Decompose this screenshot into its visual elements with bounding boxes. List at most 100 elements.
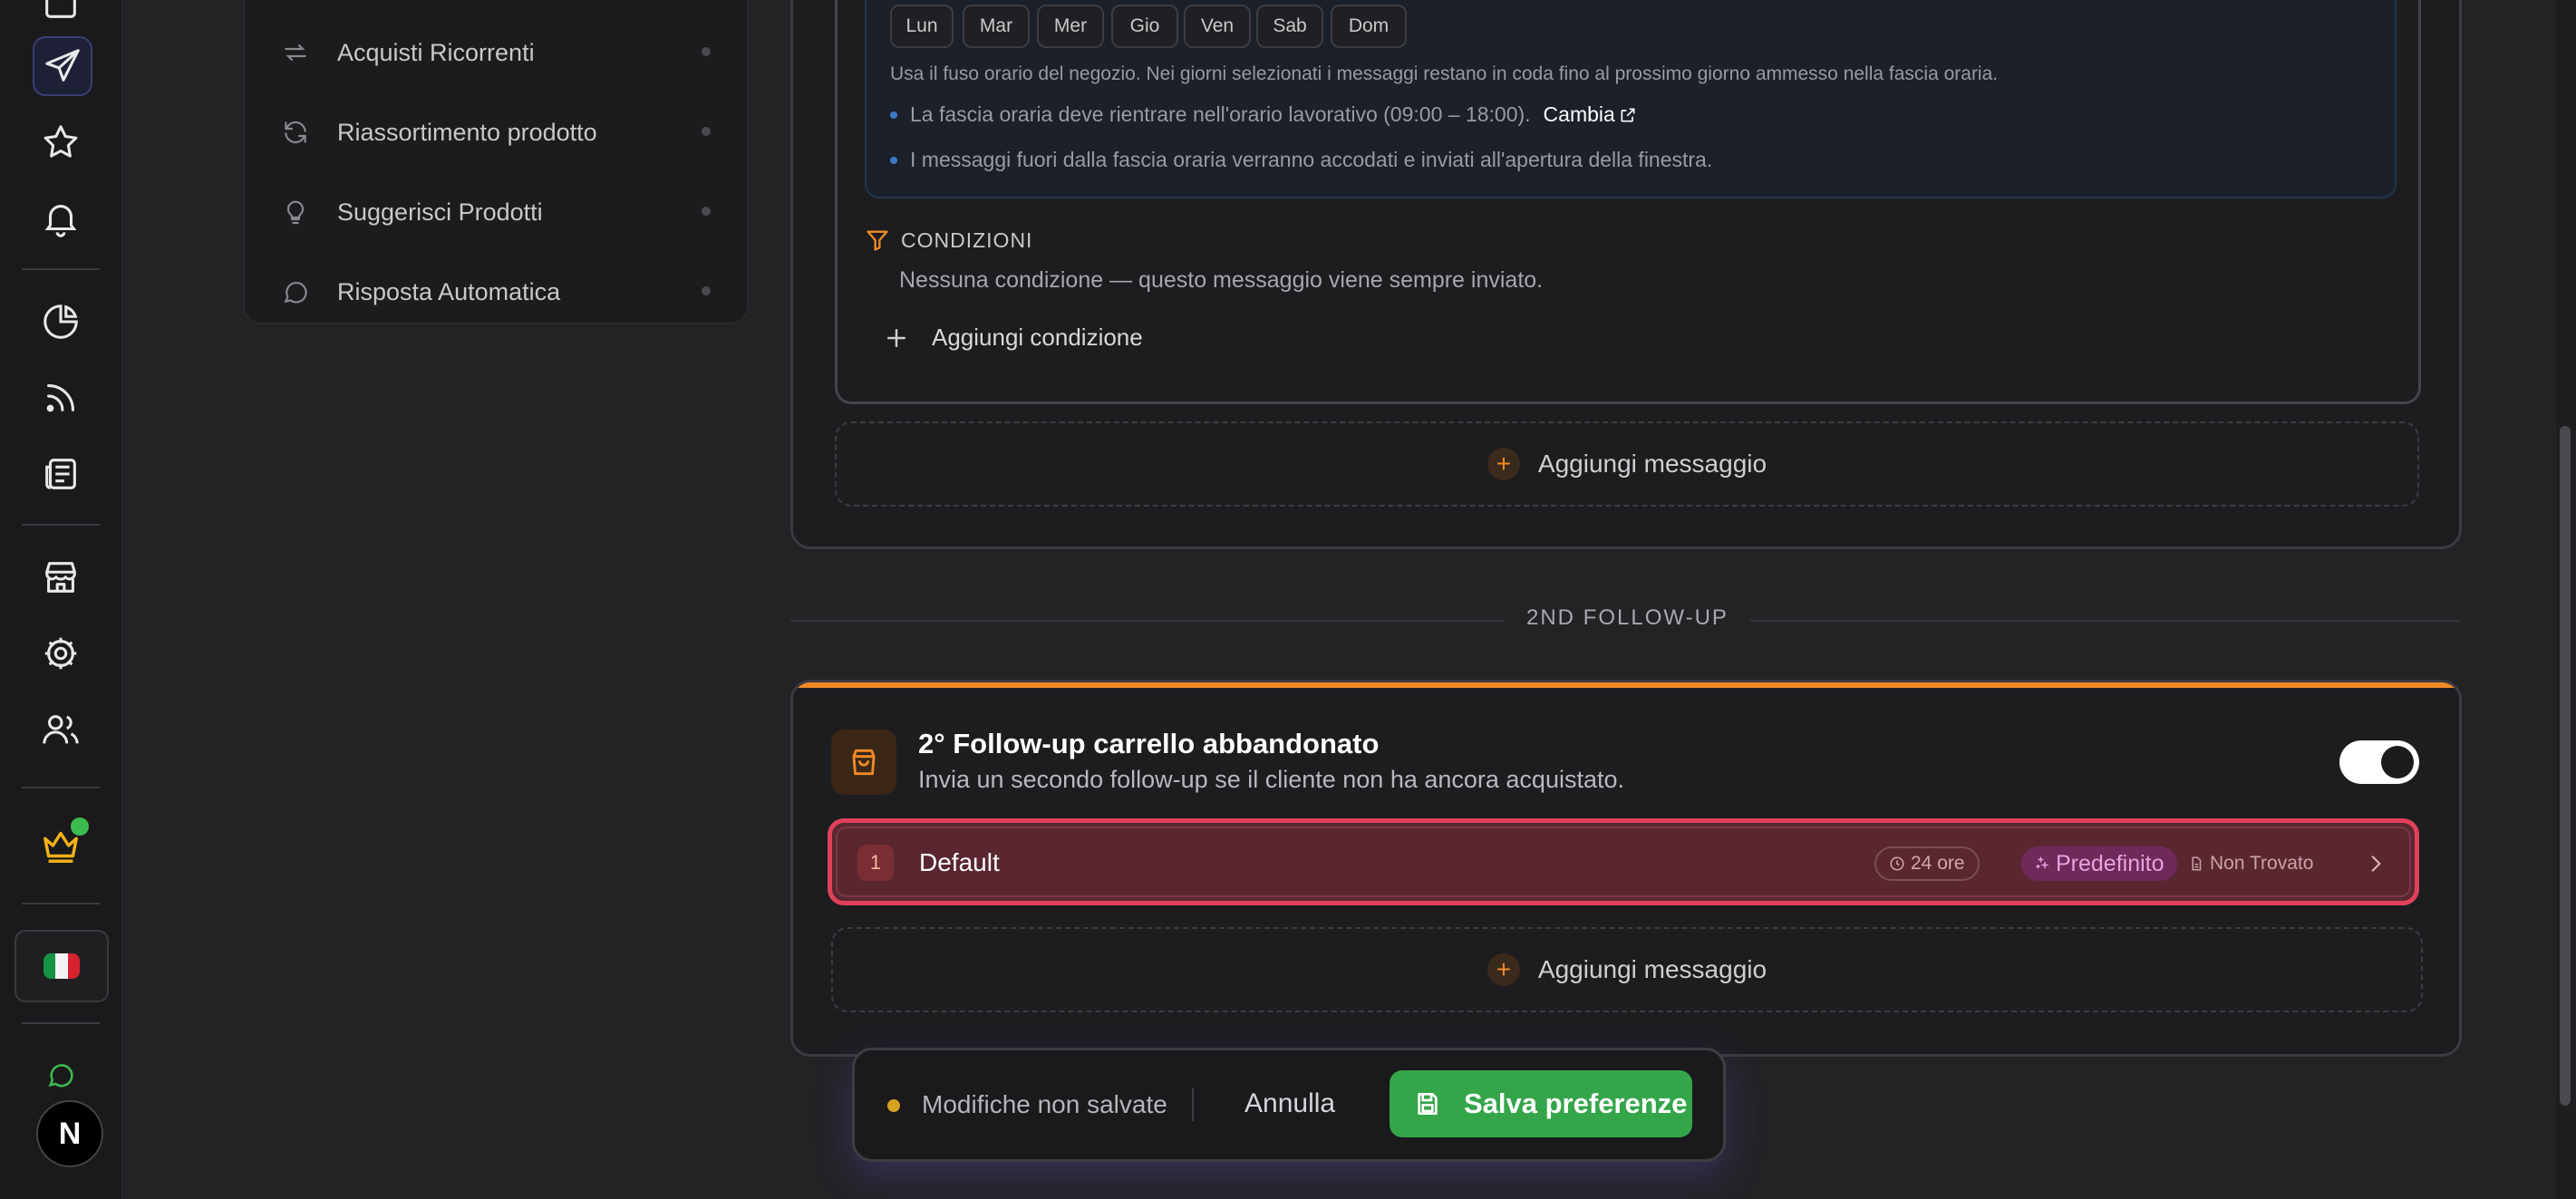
followup-enabled-toggle[interactable] bbox=[2339, 740, 2419, 784]
schedule-hint-1-text: La fascia oraria deve rientrare nell'ora… bbox=[910, 102, 1531, 126]
nextjs-logo-icon[interactable]: N bbox=[36, 1100, 103, 1167]
subnav-item-label: Acquisti Ricorrenti bbox=[337, 38, 535, 66]
message-editor: Lun Mar Mer Gio Ven Sab Dom Usa il fuso … bbox=[835, 0, 2421, 404]
rail-divider bbox=[22, 268, 100, 270]
plus-icon: + bbox=[1487, 448, 1520, 480]
automation-subnav: Acquisti Ricorrenti Riassortimento prodo… bbox=[243, 0, 749, 324]
filter-icon bbox=[867, 230, 888, 251]
unsaved-indicator-dot bbox=[887, 1099, 900, 1112]
status-dot bbox=[702, 127, 711, 136]
toggle-knob bbox=[2381, 746, 2414, 778]
message-name: Default bbox=[919, 848, 1000, 876]
section-divider-label: 2ND FOLLOW-UP bbox=[1505, 605, 1750, 631]
schedule-hint-1: La fascia oraria deve rientrare nell'ora… bbox=[890, 102, 1637, 127]
message-index-badge: 1 bbox=[857, 845, 894, 881]
subnav-item-restock[interactable]: Riassortimento prodotto bbox=[281, 105, 711, 160]
schedule-panel: Lun Mar Mer Gio Ven Sab Dom Usa il fuso … bbox=[865, 0, 2397, 198]
status-dot bbox=[702, 286, 711, 295]
plus-icon: + bbox=[1487, 953, 1520, 986]
day-chip-mon[interactable]: Lun bbox=[890, 5, 954, 48]
savebar-divider bbox=[1192, 1088, 1194, 1121]
bullet-dot bbox=[890, 111, 897, 119]
users-icon[interactable] bbox=[33, 701, 89, 758]
sparkles-icon bbox=[2036, 856, 2048, 869]
day-chip-thu[interactable]: Gio bbox=[1111, 5, 1178, 48]
plus-icon bbox=[887, 328, 905, 347]
language-selector[interactable] bbox=[15, 930, 109, 1002]
day-chip-sun[interactable]: Dom bbox=[1331, 5, 1407, 48]
change-hours-label: Cambia bbox=[1543, 102, 1615, 126]
save-icon bbox=[1418, 1093, 1438, 1115]
card-accent-bar bbox=[793, 682, 2459, 688]
template-badge: Predefinito bbox=[2021, 846, 2177, 881]
day-chip-sat[interactable]: Sab bbox=[1256, 5, 1323, 48]
status-dot bbox=[702, 47, 711, 56]
save-preferences-button[interactable]: Salva preferenze bbox=[1390, 1070, 1692, 1137]
add-condition-button[interactable]: Aggiungi condizione bbox=[883, 324, 1143, 352]
rail-divider bbox=[22, 903, 100, 904]
subnav-item-recurring-purchases[interactable]: Acquisti Ricorrenti bbox=[281, 25, 711, 80]
refresh-icon bbox=[285, 121, 306, 144]
conditions-header: CONDIZIONI bbox=[865, 227, 1032, 253]
subnav-item-label: Riassortimento prodotto bbox=[337, 118, 597, 146]
schedule-hint-2: I messaggi fuori dalla fascia oraria ver… bbox=[890, 148, 1712, 172]
bell-icon[interactable] bbox=[33, 190, 89, 247]
add-message-label: Aggiungi messaggio bbox=[1537, 955, 1767, 983]
status-dot bbox=[702, 207, 711, 216]
rss-icon[interactable] bbox=[33, 370, 89, 426]
inbox-icon[interactable] bbox=[33, 0, 89, 31]
followup-card-2: 2° Follow-up carrello abbandonato Invia … bbox=[790, 680, 2462, 1057]
change-hours-link[interactable]: Cambia bbox=[1544, 102, 1637, 127]
rail-divider bbox=[22, 1022, 100, 1024]
italy-flag-icon bbox=[44, 953, 80, 979]
chat-icon[interactable] bbox=[33, 1048, 89, 1102]
add-message-label: Aggiungi messaggio bbox=[1537, 450, 1767, 478]
subnav-item-label: Suggerisci Prodotti bbox=[337, 198, 543, 226]
store-icon[interactable] bbox=[33, 549, 89, 605]
day-chip-tue[interactable]: Mar bbox=[963, 5, 1030, 48]
schedule-hint-2-text: I messaggi fuori dalla fascia oraria ver… bbox=[910, 148, 1713, 171]
followup-title: 2° Follow-up carrello abbandonato bbox=[918, 728, 1380, 759]
file-icon bbox=[2192, 856, 2202, 871]
lightbulb-icon bbox=[286, 200, 305, 225]
add-message-button[interactable]: + Aggiungi messaggio bbox=[831, 927, 2423, 1012]
delay-value: 24 ore bbox=[1911, 853, 1965, 874]
rail-divider bbox=[22, 787, 100, 788]
clock-icon bbox=[1890, 856, 1904, 871]
star-icon[interactable] bbox=[33, 114, 89, 170]
chevron-right-icon bbox=[2371, 856, 2381, 872]
followup-description: Invia un secondo follow-up se il cliente… bbox=[918, 766, 1624, 793]
subnav-item-suggest-products[interactable]: Suggerisci Prodotti bbox=[281, 185, 711, 239]
add-message-button[interactable]: + Aggiungi messaggio bbox=[835, 421, 2419, 507]
delay-badge: 24 ore bbox=[1874, 846, 1980, 881]
add-condition-label: Aggiungi condizione bbox=[932, 324, 1143, 351]
save-preferences-label: Salva preferenze bbox=[1464, 1088, 1688, 1119]
subnav-item-auto-reply[interactable]: Risposta Automatica bbox=[281, 265, 711, 319]
bullet-dot bbox=[890, 156, 897, 164]
shopping-bag-icon bbox=[831, 730, 896, 795]
day-chip-fri[interactable]: Ven bbox=[1184, 5, 1251, 48]
repeat-icon bbox=[285, 44, 306, 62]
followup-card-1: Lun Mar Mer Gio Ven Sab Dom Usa il fuso … bbox=[790, 0, 2462, 549]
conditions-title: CONDIZIONI bbox=[901, 227, 1033, 252]
send-icon[interactable] bbox=[33, 36, 92, 96]
pie-chart-icon[interactable] bbox=[33, 294, 89, 350]
unsaved-changes-bar: Modifiche non salvate Annulla Salva pref… bbox=[852, 1048, 1726, 1162]
notification-dot bbox=[71, 817, 89, 836]
timezone-note: Usa il fuso orario del negozio. Nei gior… bbox=[890, 63, 1999, 84]
unsaved-status: Modifiche non salvate bbox=[922, 1090, 1167, 1118]
template-status-label: Non Trovato bbox=[2210, 853, 2314, 874]
rail-divider bbox=[22, 524, 100, 526]
avatar-letter: N bbox=[58, 1116, 82, 1151]
template-status-badge: Non Trovato bbox=[2175, 846, 2326, 881]
chat-bubble-icon bbox=[284, 281, 307, 304]
page-scrollbar-thumb[interactable] bbox=[2560, 426, 2571, 1106]
cancel-button[interactable]: Annulla bbox=[1244, 1088, 1335, 1119]
template-badge-label: Predefinito bbox=[2056, 850, 2164, 876]
settings-gear-icon[interactable] bbox=[33, 625, 89, 682]
day-chip-wed[interactable]: Mer bbox=[1037, 5, 1104, 48]
newspaper-icon[interactable] bbox=[33, 446, 89, 502]
message-row[interactable]: 1 Default 24 ore Predefinito Non Trovato bbox=[828, 818, 2419, 905]
subnav-item-label: Risposta Automatica bbox=[337, 277, 561, 305]
app-icon-rail: N bbox=[0, 0, 122, 1199]
